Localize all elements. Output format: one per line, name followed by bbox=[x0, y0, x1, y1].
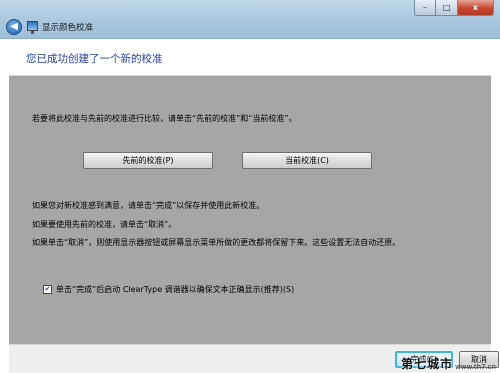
watermark-main: 第七城市 bbox=[401, 357, 454, 371]
satisfied-instruction: 如果您对新校准感到满意，请单击“完成”以保存并使用此新校准。 bbox=[32, 201, 265, 210]
cleartype-option[interactable]: ✔ 单击“完成”后启动 ClearType 调谐器以确保文本正确显示(推荐)(S… bbox=[43, 284, 294, 295]
page-title: 您已成功创建了一个新的校准 bbox=[9, 39, 491, 76]
back-arrow-icon: ◀ bbox=[10, 21, 18, 32]
minimize-button[interactable]: – bbox=[414, 0, 436, 16]
previous-calibration-button[interactable]: 先前的校准(P) bbox=[83, 152, 213, 169]
calibration-panel: 若要将此校准与先前的校准进行比较，请单击“先前的校准”和“当前校准”。 先前的校… bbox=[9, 76, 491, 344]
watermark-url: www.th7.cn bbox=[455, 363, 496, 371]
close-button[interactable]: x bbox=[458, 0, 494, 16]
site-watermark: 第七城市 www.th7.cn bbox=[401, 356, 496, 372]
compare-instruction: 若要将此校准与先前的校准进行比较，请单击“先前的校准”和“当前校准”。 bbox=[32, 114, 297, 123]
wizard-content: 您已成功创建了一个新的校准 若要将此校准与先前的校准进行比较，请单击“先前的校准… bbox=[9, 39, 491, 344]
window-title-bar: – □ x ◀ 显示颜色校准 bbox=[0, 0, 500, 39]
checkmark-icon: ✔ bbox=[44, 285, 51, 293]
cancel-note: 如果单击“取消”，则使用显示器按钮或屏幕显示菜单所做的更改都将保留下来。这些设置… bbox=[32, 238, 401, 247]
current-calibration-button[interactable]: 当前校准(C) bbox=[242, 152, 372, 169]
cleartype-checkbox[interactable]: ✔ bbox=[43, 285, 52, 294]
use-previous-instruction: 如果要使用先前的校准，请单击“取消”。 bbox=[32, 220, 177, 229]
maximize-button[interactable]: □ bbox=[436, 0, 458, 16]
window-controls: – □ x bbox=[414, 0, 494, 16]
back-button[interactable]: ◀ bbox=[6, 19, 22, 35]
window-title: 显示颜色校准 bbox=[42, 23, 94, 33]
display-color-icon bbox=[27, 21, 38, 34]
cleartype-checkbox-label: 单击“完成”后启动 ClearType 调谐器以确保文本正确显示(推荐)(S) bbox=[56, 285, 295, 294]
